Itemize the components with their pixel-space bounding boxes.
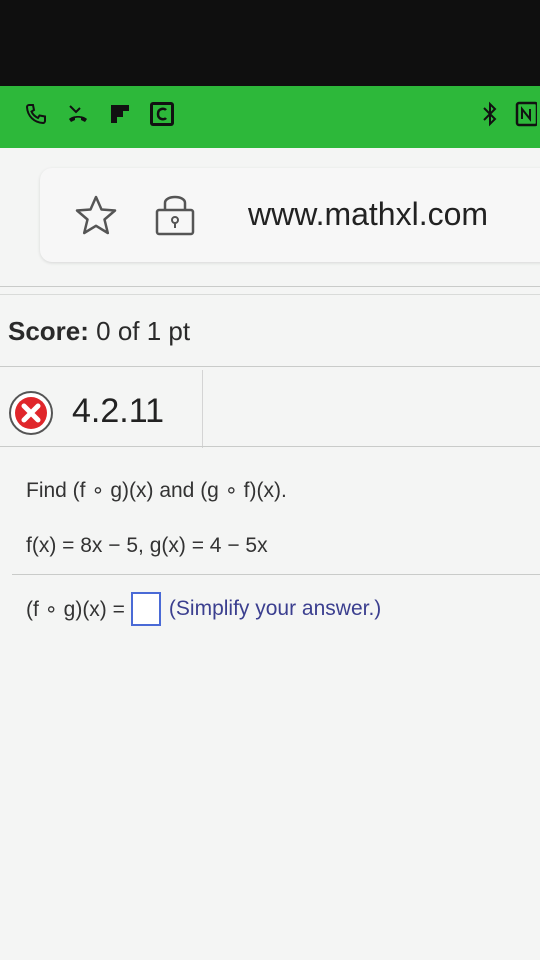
answer-label: (f ∘ g)(x) = bbox=[26, 597, 125, 621]
function-definitions: f(x) = 8x − 5, g(x) = 4 − 5x bbox=[26, 534, 268, 557]
answer-hint: (Simplify your answer.) bbox=[168, 597, 382, 620]
flipboard-icon bbox=[106, 100, 134, 128]
question-header: 4.2.11 bbox=[0, 370, 203, 448]
score-row: Score: 0 of 1 pt bbox=[8, 316, 190, 347]
answer-input[interactable] bbox=[130, 592, 161, 626]
url-text[interactable]: www.mathxl.com bbox=[248, 196, 488, 233]
bluetooth-icon bbox=[476, 100, 504, 128]
header-divider bbox=[0, 286, 540, 287]
device-bezel bbox=[0, 0, 540, 92]
question-prompt: Find (f ∘ g)(x) and (g ∘ f)(x). bbox=[26, 479, 287, 502]
score-value: 0 of 1 pt bbox=[96, 316, 191, 346]
system-icons bbox=[476, 100, 540, 128]
incorrect-x-icon bbox=[8, 390, 54, 436]
prompt-divider bbox=[12, 574, 540, 575]
phone-icon bbox=[22, 100, 50, 128]
question-header-divider bbox=[0, 446, 540, 447]
c-box-icon bbox=[148, 100, 176, 128]
notification-icons bbox=[22, 100, 176, 128]
lock-icon[interactable] bbox=[152, 190, 198, 243]
header-divider-secondary bbox=[0, 294, 540, 295]
browser-screen: www.mathxl.com Score: 0 of 1 pt 4.2.11 F… bbox=[0, 148, 540, 960]
nfc-icon bbox=[512, 100, 540, 128]
question-number: 4.2.11 bbox=[72, 392, 165, 430]
score-label: Score: bbox=[8, 316, 89, 346]
status-bar bbox=[0, 86, 540, 148]
bookmark-star-icon[interactable] bbox=[74, 194, 118, 241]
answer-row: (f ∘ g)(x) = (Simplify your answer.) bbox=[26, 592, 381, 626]
missed-call-icon bbox=[64, 100, 92, 128]
score-divider bbox=[0, 366, 540, 367]
address-bar[interactable]: www.mathxl.com bbox=[40, 168, 540, 262]
